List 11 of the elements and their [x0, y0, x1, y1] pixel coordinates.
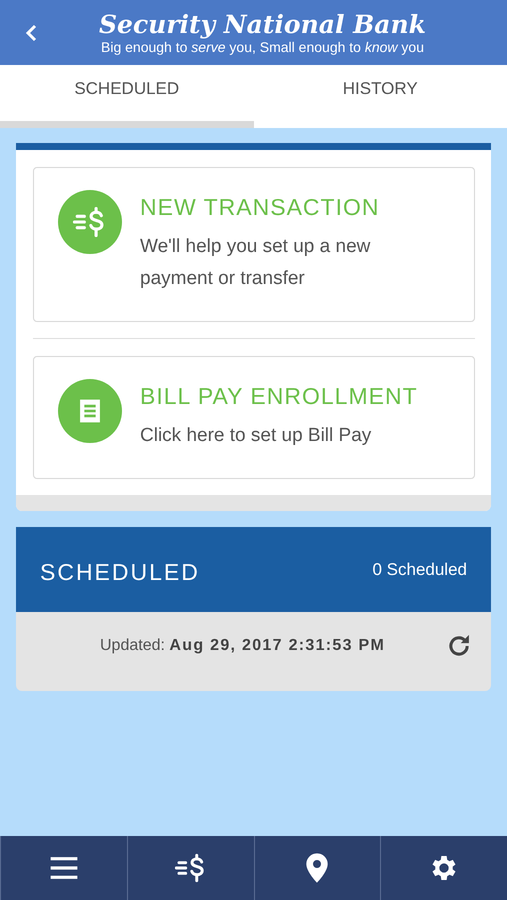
- card-title: NEW TRANSACTION: [140, 194, 380, 221]
- card-description: We'll help you set up a new payment or transfer: [140, 235, 372, 291]
- updated-time: Updated: Aug 29, 2017 2:31:53 PM: [100, 636, 386, 654]
- action-card[interactable]: BILL PAY ENROLLMENT Click here to set up Bill Pay: [33, 356, 475, 479]
- action-card[interactable]: NEW TRANSACTION We'll help you set up a new payment or transfer: [33, 167, 475, 322]
- bank-tagline: Big enough to serve you, Small enough to know you: [101, 38, 424, 56]
- card-description: Click here to set up Bill Pay: [140, 424, 372, 448]
- bank-name: Security National Bank: [99, 10, 426, 38]
- card-title: BILL PAY ENROLLMENT: [140, 383, 418, 410]
- scheduled-count: 0 Scheduled: [372, 560, 467, 580]
- section-title: SCHEDULED: [40, 558, 200, 586]
